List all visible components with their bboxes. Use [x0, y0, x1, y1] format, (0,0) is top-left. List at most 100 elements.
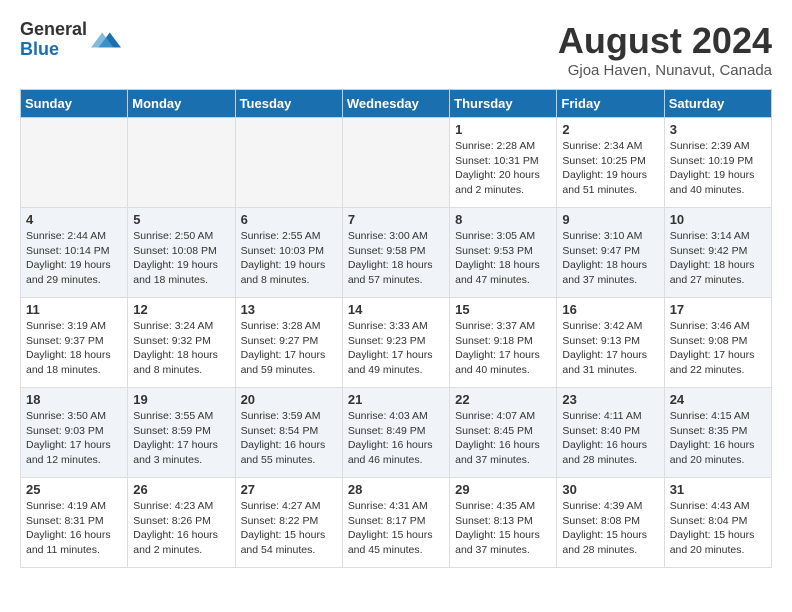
day-number: 29	[455, 482, 551, 497]
day-number: 15	[455, 302, 551, 317]
day-content: Sunrise: 3:24 AM Sunset: 9:32 PM Dayligh…	[133, 319, 229, 378]
day-content: Sunrise: 4:11 AM Sunset: 8:40 PM Dayligh…	[562, 409, 658, 468]
day-header-wednesday: Wednesday	[342, 90, 449, 118]
logo-blue: Blue	[20, 40, 87, 60]
day-content: Sunrise: 3:37 AM Sunset: 9:18 PM Dayligh…	[455, 319, 551, 378]
title-area: August 2024 Gjoa Haven, Nunavut, Canada	[558, 20, 772, 79]
day-content: Sunrise: 2:50 AM Sunset: 10:08 PM Daylig…	[133, 229, 229, 288]
day-content: Sunrise: 3:19 AM Sunset: 9:37 PM Dayligh…	[26, 319, 122, 378]
day-number: 31	[670, 482, 766, 497]
empty-cell	[21, 118, 128, 208]
day-number: 28	[348, 482, 444, 497]
day-content: Sunrise: 2:44 AM Sunset: 10:14 PM Daylig…	[26, 229, 122, 288]
day-number: 21	[348, 392, 444, 407]
day-number: 10	[670, 212, 766, 227]
day-number: 16	[562, 302, 658, 317]
empty-cell	[128, 118, 235, 208]
day-header-saturday: Saturday	[664, 90, 771, 118]
empty-cell	[342, 118, 449, 208]
day-cell-25: 25Sunrise: 4:19 AM Sunset: 8:31 PM Dayli…	[21, 478, 128, 568]
calendar-table: SundayMondayTuesdayWednesdayThursdayFrid…	[20, 89, 772, 568]
day-cell-4: 4 Sunrise: 2:44 AM Sunset: 10:14 PM Dayli…	[21, 208, 128, 298]
day-number: 2	[562, 122, 658, 137]
logo-text: General Blue	[20, 20, 87, 60]
day-cell-5: 5 Sunrise: 2:50 AM Sunset: 10:08 PM Dayli…	[128, 208, 235, 298]
day-cell-10: 10 Sunrise: 3:14 AM Sunset: 9:42 PM Dayli…	[664, 208, 771, 298]
day-cell-20: 20 Sunrise: 3:59 AM Sunset: 8:54 PM Dayli…	[235, 388, 342, 478]
day-cell-13: 13 Sunrise: 3:28 AM Sunset: 9:27 PM Dayli…	[235, 298, 342, 388]
day-cell-27: 27Sunrise: 4:27 AM Sunset: 8:22 PM Dayli…	[235, 478, 342, 568]
day-number: 5	[133, 212, 229, 227]
day-content: Sunrise: 3:46 AM Sunset: 9:08 PM Dayligh…	[670, 319, 766, 378]
day-content: Sunrise: 2:39 AM Sunset: 10:19 PM Daylig…	[670, 139, 766, 198]
day-content: Sunrise: 4:35 AM Sunset: 8:13 PM Dayligh…	[455, 499, 551, 558]
day-number: 12	[133, 302, 229, 317]
day-cell-28: 28 Sunrise: 4:31 AM Sunset: 8:17 PM Dayli…	[342, 478, 449, 568]
day-header-friday: Friday	[557, 90, 664, 118]
day-cell-17: 17 Sunrise: 3:46 AM Sunset: 9:08 PM Dayli…	[664, 298, 771, 388]
day-number: 18	[26, 392, 122, 407]
day-header-sunday: Sunday	[21, 90, 128, 118]
day-cell-22: 22Sunrise: 4:07 AM Sunset: 8:45 PM Dayli…	[450, 388, 557, 478]
day-content: Sunrise: 3:05 AM Sunset: 9:53 PM Dayligh…	[455, 229, 551, 288]
day-cell-23: 23 Sunrise: 4:11 AM Sunset: 8:40 PM Dayli…	[557, 388, 664, 478]
day-cell-8: 8 Sunrise: 3:05 AM Sunset: 9:53 PM Daylig…	[450, 208, 557, 298]
day-content: Sunrise: 3:33 AM Sunset: 9:23 PM Dayligh…	[348, 319, 444, 378]
day-cell-19: 19 Sunrise: 3:55 AM Sunset: 8:59 PM Dayli…	[128, 388, 235, 478]
day-header-thursday: Thursday	[450, 90, 557, 118]
day-header-tuesday: Tuesday	[235, 90, 342, 118]
day-content: Sunrise: 3:59 AM Sunset: 8:54 PM Dayligh…	[241, 409, 337, 468]
week-row-3: 11Sunrise: 3:19 AM Sunset: 9:37 PM Dayli…	[21, 298, 772, 388]
day-content: Sunrise: 4:03 AM Sunset: 8:49 PM Dayligh…	[348, 409, 444, 468]
day-number: 23	[562, 392, 658, 407]
week-row-4: 18Sunrise: 3:50 AM Sunset: 9:03 PM Dayli…	[21, 388, 772, 478]
day-content: Sunrise: 4:31 AM Sunset: 8:17 PM Dayligh…	[348, 499, 444, 558]
day-number: 25	[26, 482, 122, 497]
day-content: Sunrise: 4:39 AM Sunset: 8:08 PM Dayligh…	[562, 499, 658, 558]
day-cell-6: 6 Sunrise: 2:55 AM Sunset: 10:03 PM Dayli…	[235, 208, 342, 298]
day-content: Sunrise: 4:15 AM Sunset: 8:35 PM Dayligh…	[670, 409, 766, 468]
day-number: 26	[133, 482, 229, 497]
day-number: 20	[241, 392, 337, 407]
day-cell-2: 2 Sunrise: 2:34 AM Sunset: 10:25 PM Dayli…	[557, 118, 664, 208]
day-content: Sunrise: 3:00 AM Sunset: 9:58 PM Dayligh…	[348, 229, 444, 288]
logo-icon	[91, 25, 121, 55]
day-header-monday: Monday	[128, 90, 235, 118]
week-row-5: 25Sunrise: 4:19 AM Sunset: 8:31 PM Dayli…	[21, 478, 772, 568]
logo: General Blue	[20, 20, 121, 60]
day-cell-9: 9Sunrise: 3:10 AM Sunset: 9:47 PM Daylig…	[557, 208, 664, 298]
day-cell-26: 26 Sunrise: 4:23 AM Sunset: 8:26 PM Dayli…	[128, 478, 235, 568]
month-title: August 2024	[558, 20, 772, 62]
day-cell-11: 11Sunrise: 3:19 AM Sunset: 9:37 PM Dayli…	[21, 298, 128, 388]
day-content: Sunrise: 3:55 AM Sunset: 8:59 PM Dayligh…	[133, 409, 229, 468]
day-number: 19	[133, 392, 229, 407]
day-number: 3	[670, 122, 766, 137]
day-number: 4	[26, 212, 122, 227]
header-row: SundayMondayTuesdayWednesdayThursdayFrid…	[21, 90, 772, 118]
day-content: Sunrise: 2:55 AM Sunset: 10:03 PM Daylig…	[241, 229, 337, 288]
day-cell-15: 15 Sunrise: 3:37 AM Sunset: 9:18 PM Dayli…	[450, 298, 557, 388]
header: General Blue August 2024 Gjoa Haven, Nun…	[20, 20, 772, 79]
day-content: Sunrise: 3:14 AM Sunset: 9:42 PM Dayligh…	[670, 229, 766, 288]
day-cell-29: 29 Sunrise: 4:35 AM Sunset: 8:13 PM Dayli…	[450, 478, 557, 568]
day-cell-7: 7Sunrise: 3:00 AM Sunset: 9:58 PM Daylig…	[342, 208, 449, 298]
day-number: 17	[670, 302, 766, 317]
day-content: Sunrise: 4:23 AM Sunset: 8:26 PM Dayligh…	[133, 499, 229, 558]
day-content: Sunrise: 2:34 AM Sunset: 10:25 PM Daylig…	[562, 139, 658, 198]
empty-cell	[235, 118, 342, 208]
day-number: 8	[455, 212, 551, 227]
day-number: 1	[455, 122, 551, 137]
day-cell-14: 14Sunrise: 3:33 AM Sunset: 9:23 PM Dayli…	[342, 298, 449, 388]
day-cell-24: 24 Sunrise: 4:15 AM Sunset: 8:35 PM Dayli…	[664, 388, 771, 478]
day-number: 6	[241, 212, 337, 227]
day-number: 24	[670, 392, 766, 407]
day-cell-12: 12 Sunrise: 3:24 AM Sunset: 9:32 PM Dayli…	[128, 298, 235, 388]
day-cell-16: 16 Sunrise: 3:42 AM Sunset: 9:13 PM Dayli…	[557, 298, 664, 388]
day-content: Sunrise: 4:43 AM Sunset: 8:04 PM Dayligh…	[670, 499, 766, 558]
day-content: Sunrise: 2:28 AM Sunset: 10:31 PM Daylig…	[455, 139, 551, 198]
day-content: Sunrise: 3:42 AM Sunset: 9:13 PM Dayligh…	[562, 319, 658, 378]
day-content: Sunrise: 3:28 AM Sunset: 9:27 PM Dayligh…	[241, 319, 337, 378]
day-number: 30	[562, 482, 658, 497]
day-number: 13	[241, 302, 337, 317]
day-cell-3: 3 Sunrise: 2:39 AM Sunset: 10:19 PM Dayli…	[664, 118, 771, 208]
